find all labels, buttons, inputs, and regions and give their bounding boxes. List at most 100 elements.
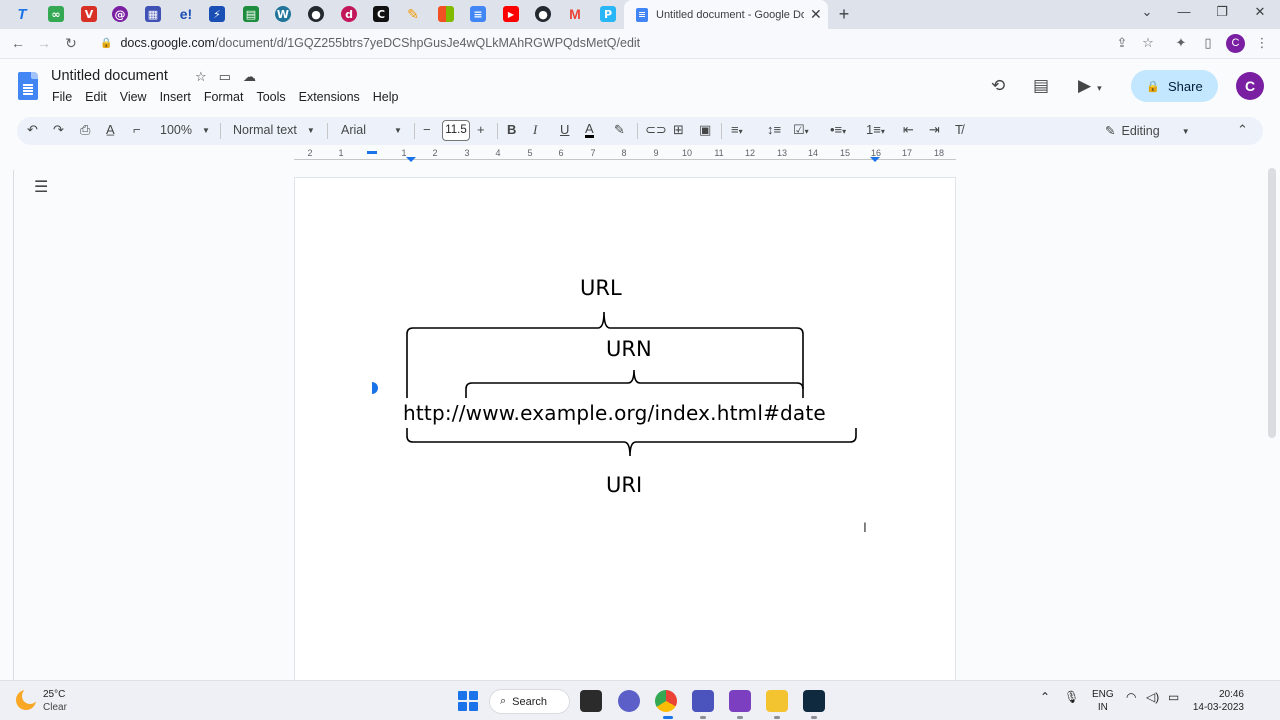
tab-close-icon[interactable]: ✕ [810,6,822,23]
style-select[interactable]: Normal text ▼ [233,123,315,137]
taskbar-app-console-icon[interactable] [803,690,825,712]
docs-logo-icon[interactable] [18,72,38,100]
side-panel-icon[interactable]: ▯ [1198,35,1218,51]
zoom-select[interactable]: 100% ▼ [160,123,210,137]
start-windows-icon[interactable] [458,691,478,711]
document-title[interactable]: Untitled document [51,68,168,84]
menu-view[interactable]: View [120,90,147,104]
pinned-tab-d-icon[interactable]: d [337,3,361,25]
pinned-tab-sheet-icon[interactable]: ▤ [239,3,263,25]
tab-active-google-docs[interactable]: Untitled document - Google Docs ✕ [624,0,828,29]
increase-indent-icon[interactable]: ⇥ [929,122,940,138]
taskbar-app-visual-studio-icon[interactable] [729,690,751,712]
print-icon[interactable]: ⎙ [80,122,90,138]
menu-edit[interactable]: Edit [85,90,107,104]
bulleted-list-icon[interactable]: •≡▾ [830,122,846,137]
increase-font-size-icon[interactable]: + [477,122,485,137]
insert-image-icon[interactable]: ▣ [699,122,711,138]
line-spacing-icon[interactable]: ↕≡ [767,122,781,137]
pinned-tab-github2-icon[interactable]: ● [531,3,555,25]
pinned-tab-gmail-icon[interactable]: M [563,3,587,25]
document-outline-icon[interactable]: ☰ [34,177,48,197]
menu-help[interactable]: Help [373,90,399,104]
font-select[interactable]: Arial ▼ [341,123,407,137]
microphone-icon[interactable]: 🎙 [1064,690,1079,704]
highlight-icon[interactable]: ✎ [614,122,625,138]
tab-search-chevron-icon[interactable]: ⌄ [1137,4,1157,20]
pinned-tab-c-icon[interactable]: C [369,3,393,25]
url-field[interactable]: 🔒 docs.google.com /document/d/1GQZ255btr… [100,36,640,50]
decrease-indent-icon[interactable]: ⇤ [903,122,914,138]
volume-icon[interactable]: ◁) [1146,690,1159,704]
clear-formatting-icon[interactable]: T̸ [955,122,963,137]
language-indicator[interactable]: ENG IN [1092,688,1114,714]
horizontal-ruler[interactable]: 2 1 1 2 3 4 5 6 7 8 9 10 11 12 13 14 15 … [294,148,956,162]
menu-insert[interactable]: Insert [160,90,191,104]
checklist-icon[interactable]: ☑▾ [793,122,809,138]
version-history-icon[interactable]: ⟲ [991,76,1005,96]
pinned-tab-microsoft-icon[interactable] [434,3,458,25]
taskbar-app-chrome-icon[interactable] [655,690,677,712]
vertical-ruler[interactable] [0,170,14,680]
paint-format-icon[interactable]: ⌐ [133,122,141,137]
align-icon[interactable]: ≡▾ [731,122,743,137]
pinned-tab-github-icon[interactable]: ● [304,3,328,25]
reload-icon[interactable]: ↻ [61,35,81,52]
browser-menu-icon[interactable]: ⋮ [1252,35,1272,51]
italic-icon[interactable]: I [533,122,537,138]
font-size-input[interactable]: 11.5 [442,120,470,141]
browser-profile-avatar[interactable]: C [1226,34,1245,53]
minimize-icon[interactable]: — [1174,4,1194,19]
pinned-tab-docs-icon[interactable]: ≡ [466,3,490,25]
menu-tools[interactable]: Tools [256,90,285,104]
document-page[interactable] [294,177,956,687]
pinned-tab-v-icon[interactable]: V [77,3,101,25]
wifi-icon[interactable]: ◠ [1126,690,1136,704]
pinned-tab-youtube-icon[interactable]: ▶ [499,3,523,25]
collapse-menus-icon[interactable]: ⌃ [1237,122,1248,138]
insert-link-icon[interactable]: ⊂⊃ [645,122,667,138]
pinned-tab-link-icon[interactable]: ∞ [44,3,68,25]
cloud-saved-icon[interactable]: ☁ [243,69,256,85]
pinned-tab-e-icon[interactable]: e! [174,3,198,25]
underline-icon[interactable]: U [560,122,569,137]
numbered-list-icon[interactable]: 1≡▾ [866,122,885,137]
tray-overflow-chevron-icon[interactable]: ⌃ [1040,690,1050,704]
menu-file[interactable]: File [52,90,72,104]
battery-icon[interactable]: ▭ [1168,690,1179,704]
bold-icon[interactable]: B [507,122,516,137]
menu-extensions[interactable]: Extensions [299,90,360,104]
system-clock[interactable]: 20:46 14-03-2023 [1192,688,1244,714]
account-avatar[interactable]: C [1236,72,1264,100]
new-tab-icon[interactable]: + [834,3,854,25]
taskbar-app-terminal-icon[interactable] [580,690,602,712]
extensions-icon[interactable]: ✦ [1171,35,1191,51]
forward-icon[interactable]: → [34,35,54,51]
taskbar-app-file-explorer-icon[interactable] [766,690,788,712]
share-page-icon[interactable]: ⇪ [1112,35,1132,51]
pinned-tab-bolt-icon[interactable]: ⚡ [205,3,229,25]
taskbar-search[interactable]: ⌕ Search [489,689,570,714]
editing-mode-select[interactable]: ✎ Editing ▼ [1105,123,1190,138]
comments-icon[interactable]: ▤ [1033,76,1049,96]
share-button[interactable]: 🔒 Share [1131,70,1218,102]
pinned-tab-wordpress-icon[interactable]: W [271,3,295,25]
back-icon[interactable]: ← [8,35,28,51]
pinned-tab-typing-icon[interactable]: T [10,3,34,25]
pinned-tab-pen-icon[interactable]: ✎ [401,3,425,25]
undo-icon[interactable]: ↶ [27,122,38,138]
vertical-scrollbar[interactable] [1268,168,1276,438]
move-folder-icon[interactable]: ▭ [219,69,231,85]
pinned-tab-grid-icon[interactable]: ▦ [141,3,165,25]
redo-icon[interactable]: ↷ [53,122,64,138]
star-icon[interactable]: ☆ [195,69,207,85]
weather-widget[interactable]: 25°C Clear [43,688,67,714]
bookmark-star-icon[interactable]: ☆ [1138,35,1158,51]
add-comment-icon[interactable]: ⊞ [673,122,684,138]
text-color-icon[interactable]: A [585,122,594,138]
restore-icon[interactable]: ❐ [1212,4,1232,20]
spellcheck-icon[interactable]: A̲ [106,122,115,137]
pinned-tab-swirl-icon[interactable]: @ [108,3,132,25]
window-close-icon[interactable]: ✕ [1250,4,1270,20]
meet-camera-icon[interactable]: ▶ ▾ [1078,76,1102,96]
